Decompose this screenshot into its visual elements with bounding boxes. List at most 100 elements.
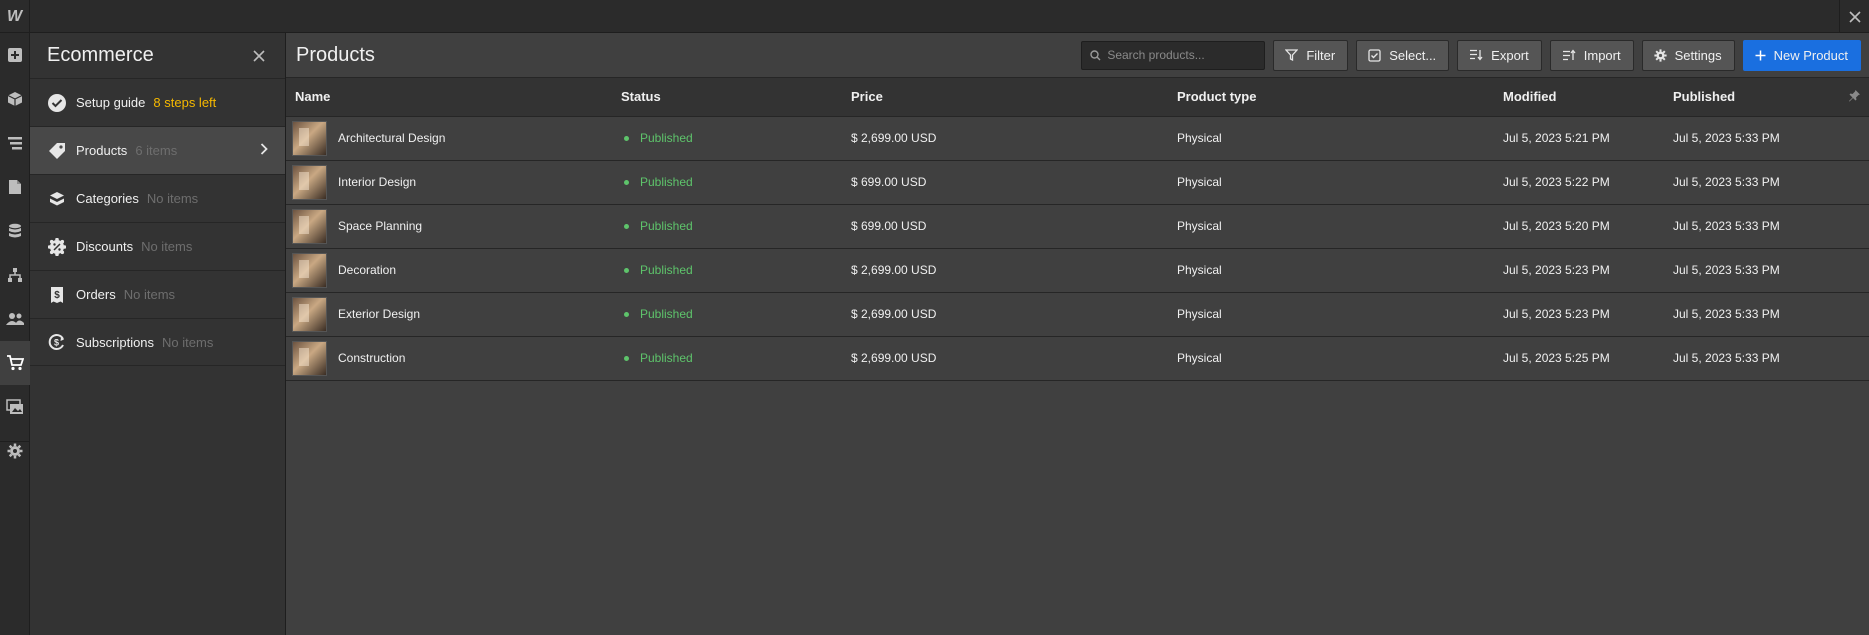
nav-label: Subscriptions bbox=[76, 334, 155, 350]
modified-date: Jul 5, 2023 5:23 PM bbox=[1494, 248, 1664, 293]
product-name: Interior Design bbox=[338, 175, 417, 189]
rail-add-button[interactable] bbox=[0, 33, 30, 77]
nav-label: Products bbox=[76, 143, 128, 158]
nav-item-categories[interactable]: Categories No items bbox=[30, 174, 285, 222]
rail-users-button[interactable] bbox=[0, 297, 30, 341]
rail-cms-button[interactable] bbox=[0, 209, 30, 253]
nav-item-products[interactable]: Products 6 items bbox=[30, 126, 285, 174]
close-editor-button[interactable] bbox=[1839, 0, 1869, 33]
column-header-status[interactable]: Status bbox=[612, 78, 842, 117]
published-date: Jul 5, 2023 5:33 PM bbox=[1664, 248, 1869, 293]
rail-logic-button[interactable] bbox=[0, 253, 30, 297]
rail-ecommerce-button[interactable] bbox=[0, 341, 30, 385]
import-button[interactable]: Import bbox=[1549, 39, 1634, 71]
product-price: $ 2,699.00 USD bbox=[842, 116, 1168, 161]
tag-icon bbox=[47, 141, 67, 161]
column-header-name[interactable]: Name bbox=[286, 78, 612, 117]
search-input[interactable] bbox=[1107, 48, 1258, 62]
status-label: Published bbox=[640, 263, 693, 277]
product-name: Exterior Design bbox=[338, 307, 421, 321]
nav-item-orders[interactable]: $ Orders No items bbox=[30, 270, 285, 318]
table-row[interactable]: Exterior Design Published $ 2,699.00 USD… bbox=[286, 292, 1869, 337]
table-row[interactable]: Construction Published $ 2,699.00 USD Ph… bbox=[286, 336, 1869, 381]
rail-navigator-button[interactable] bbox=[0, 121, 30, 165]
check-circle-icon bbox=[47, 93, 67, 113]
product-price: $ 699.00 USD bbox=[842, 160, 1168, 205]
filter-button[interactable]: Filter bbox=[1273, 39, 1349, 71]
close-icon bbox=[253, 49, 265, 62]
product-name: Construction bbox=[338, 351, 406, 365]
nav-label: Orders bbox=[76, 287, 116, 302]
new-product-button[interactable]: New Product bbox=[1742, 39, 1861, 71]
cms-icon bbox=[9, 223, 21, 238]
product-name: Decoration bbox=[338, 263, 397, 277]
status-dot bbox=[624, 223, 629, 229]
status-label: Published bbox=[640, 219, 693, 233]
modified-date: Jul 5, 2023 5:25 PM bbox=[1494, 336, 1664, 381]
product-name-cell: Decoration bbox=[292, 252, 612, 288]
table-row[interactable]: Space Planning Published $ 699.00 USD Ph… bbox=[286, 204, 1869, 249]
nav-count: No items bbox=[146, 191, 199, 206]
product-thumbnail bbox=[292, 164, 327, 200]
search-box[interactable] bbox=[1081, 40, 1266, 70]
app-window: W Ecommerce Setup guide 8 steps left Pro… bbox=[0, 0, 1869, 635]
products-toolbar: Products Filter Select... Export Import bbox=[286, 33, 1869, 78]
product-name: Architectural Design bbox=[338, 131, 446, 145]
product-name-cell: Architectural Design bbox=[292, 120, 612, 156]
nav-count: No items bbox=[162, 334, 214, 350]
navigator-icon bbox=[8, 137, 22, 150]
rail-components-button[interactable] bbox=[0, 77, 30, 121]
search-icon bbox=[1090, 49, 1101, 60]
webflow-logo[interactable]: W bbox=[0, 0, 30, 33]
table-row[interactable]: Interior Design Published $ 699.00 USD P… bbox=[286, 160, 1869, 205]
product-type: Physical bbox=[1168, 248, 1494, 293]
rail-assets-button[interactable] bbox=[0, 385, 30, 429]
product-price: $ 2,699.00 USD bbox=[842, 292, 1168, 337]
product-name-cell: Interior Design bbox=[292, 164, 612, 200]
subscription-icon: $ bbox=[47, 332, 67, 352]
chevron-right-icon bbox=[260, 143, 268, 155]
nav-label: Setup guide bbox=[76, 95, 146, 110]
status-label: Published bbox=[640, 351, 693, 365]
users-icon bbox=[6, 313, 24, 325]
status-label: Published bbox=[640, 131, 693, 145]
column-header-price[interactable]: Price bbox=[842, 78, 1168, 117]
discount-icon bbox=[47, 237, 67, 257]
new-product-label: New Product bbox=[1773, 47, 1848, 63]
export-label: Export bbox=[1491, 47, 1529, 63]
panel-close-button[interactable] bbox=[249, 46, 269, 66]
column-header-published-label: Published bbox=[1673, 89, 1736, 105]
column-header-product-type[interactable]: Product type bbox=[1168, 78, 1494, 117]
box-icon bbox=[7, 92, 23, 106]
svg-text:$: $ bbox=[54, 290, 60, 301]
product-thumbnail bbox=[292, 208, 327, 244]
nav-item-subscriptions[interactable]: $ Subscriptions No items bbox=[30, 318, 285, 366]
column-header-published[interactable]: Published bbox=[1664, 78, 1869, 117]
published-date: Jul 5, 2023 5:33 PM bbox=[1664, 204, 1869, 249]
settings-button[interactable]: Settings bbox=[1641, 39, 1735, 71]
table-row[interactable]: Architectural Design Published $ 2,699.0… bbox=[286, 116, 1869, 161]
status-badge: Published bbox=[621, 219, 842, 233]
select-button[interactable]: Select... bbox=[1356, 39, 1450, 71]
product-name-cell: Exterior Design bbox=[292, 296, 612, 332]
table-header-row: Name Status Price Product type Modified … bbox=[286, 78, 1869, 117]
column-header-modified[interactable]: Modified bbox=[1494, 78, 1664, 117]
export-button[interactable]: Export bbox=[1457, 39, 1542, 71]
rail-settings-button[interactable] bbox=[0, 429, 30, 473]
rail-pages-button[interactable] bbox=[0, 165, 30, 209]
import-label: Import bbox=[1583, 47, 1621, 63]
status-dot bbox=[624, 355, 629, 361]
status-label: Published bbox=[640, 307, 693, 321]
nav-item-setup-guide[interactable]: Setup guide 8 steps left bbox=[30, 78, 285, 126]
receipt-icon: $ bbox=[47, 285, 67, 305]
nav-count: No items bbox=[141, 239, 193, 254]
product-type: Physical bbox=[1168, 204, 1494, 249]
product-thumbnail bbox=[292, 120, 327, 156]
ecommerce-panel: Ecommerce Setup guide 8 steps left Produ… bbox=[30, 33, 286, 635]
pin-icon[interactable] bbox=[1848, 89, 1861, 102]
nav-item-discounts[interactable]: Discounts No items bbox=[30, 222, 285, 270]
export-icon bbox=[1469, 49, 1483, 61]
logo-letter: W bbox=[6, 7, 23, 25]
table-row[interactable]: Decoration Published $ 2,699.00 USD Phys… bbox=[286, 248, 1869, 293]
nav-label: Categories bbox=[76, 191, 139, 206]
